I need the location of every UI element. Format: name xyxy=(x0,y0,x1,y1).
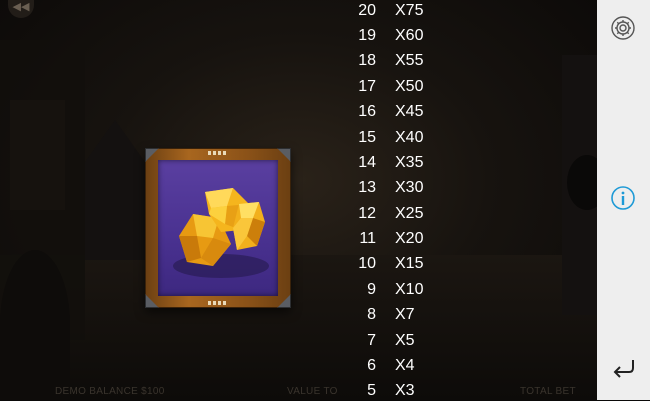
frame-corner xyxy=(145,294,159,308)
symbol-count: 20 xyxy=(358,2,376,19)
payout-multiplier: X60 xyxy=(395,27,424,44)
ground xyxy=(0,255,597,400)
sidebar xyxy=(597,0,650,400)
payout-multiplier: X55 xyxy=(395,52,424,69)
paytable-row: 14 X35 xyxy=(350,153,440,173)
paytable-row: 11 X20 xyxy=(350,229,440,249)
paytable-row: 17 X50 xyxy=(350,77,440,97)
gold-nugget-icon xyxy=(173,188,269,278)
payout-multiplier: X40 xyxy=(395,129,424,146)
frame-corner xyxy=(277,148,291,162)
total-bet-label: TOTAL BET xyxy=(520,386,576,397)
symbol-count: 7 xyxy=(367,332,376,349)
settings-button[interactable] xyxy=(609,14,637,42)
barn xyxy=(85,120,145,260)
gear-icon xyxy=(611,16,635,40)
symbol-count: 9 xyxy=(367,281,376,298)
payout-multiplier: X35 xyxy=(395,154,424,171)
symbol-count: 19 xyxy=(358,27,376,44)
payout-multiplier: X4 xyxy=(395,357,415,374)
symbol-count: 16 xyxy=(358,103,376,120)
paytable-row: 8 X7 xyxy=(350,305,440,325)
frame-bolt xyxy=(208,151,226,155)
back-icon[interactable]: ◀◀ xyxy=(8,0,34,18)
symbol-count: 11 xyxy=(359,230,376,247)
paytable-row: 6 X4 xyxy=(350,356,440,376)
paytable-row: 16 X45 xyxy=(350,102,440,122)
payout-multiplier: X15 xyxy=(395,255,424,272)
payout-multiplier: X10 xyxy=(395,281,424,298)
info-button[interactable] xyxy=(609,184,637,212)
paytable: 20 X75 19 X60 18 X55 17 X50 16 X45 15 X40 14 X35 13 X30… xyxy=(350,0,440,400)
paytable-row: 12 X25 xyxy=(350,204,440,224)
payout-multiplier: X50 xyxy=(395,78,424,95)
frame-corner xyxy=(145,148,159,162)
payout-multiplier: X20 xyxy=(395,230,424,247)
paytable-row: 15 X40 xyxy=(350,128,440,148)
symbol-count: 8 xyxy=(367,306,376,323)
background-scene: ◀◀ xyxy=(0,0,597,400)
paytable-row: 19 X60 xyxy=(350,26,440,46)
paytable-row: 13 X30 xyxy=(350,178,440,198)
symbol-count: 15 xyxy=(358,129,376,146)
symbol-count: 12 xyxy=(358,205,376,222)
symbol-count: 14 xyxy=(358,154,376,171)
payout-multiplier: X45 xyxy=(395,103,424,120)
balance-label: DEMO BALANCE $100 xyxy=(55,386,165,397)
payout-multiplier: X75 xyxy=(395,2,424,19)
frame-corner xyxy=(277,294,291,308)
symbol-count: 13 xyxy=(358,179,376,196)
symbol-count: 18 xyxy=(358,52,376,69)
payout-multiplier: X30 xyxy=(395,179,424,196)
payout-multiplier: X5 xyxy=(395,332,415,349)
payout-multiplier: X25 xyxy=(395,205,424,222)
info-icon xyxy=(611,186,635,210)
payout-multiplier: X7 xyxy=(395,306,415,323)
paytable-row: 18 X55 xyxy=(350,51,440,71)
bush xyxy=(0,250,70,400)
symbol-count: 17 xyxy=(358,78,376,95)
paytable-row: 9 X10 xyxy=(350,280,440,300)
bottom-bar: DEMO BALANCE $100 VALUE TO TOTAL BET xyxy=(0,384,597,400)
exit-button[interactable] xyxy=(609,354,637,382)
symbol-count: 10 xyxy=(358,255,376,272)
symbol-card xyxy=(145,148,291,308)
paytable-row: 7 X5 xyxy=(350,331,440,351)
value-label: VALUE TO xyxy=(287,386,338,397)
symbol-count: 6 xyxy=(367,357,376,374)
return-arrow-icon xyxy=(613,360,634,378)
paytable-row: 20 X75 xyxy=(350,1,440,21)
paytable-row: 10 X15 xyxy=(350,254,440,274)
frame-bolt xyxy=(208,301,226,305)
